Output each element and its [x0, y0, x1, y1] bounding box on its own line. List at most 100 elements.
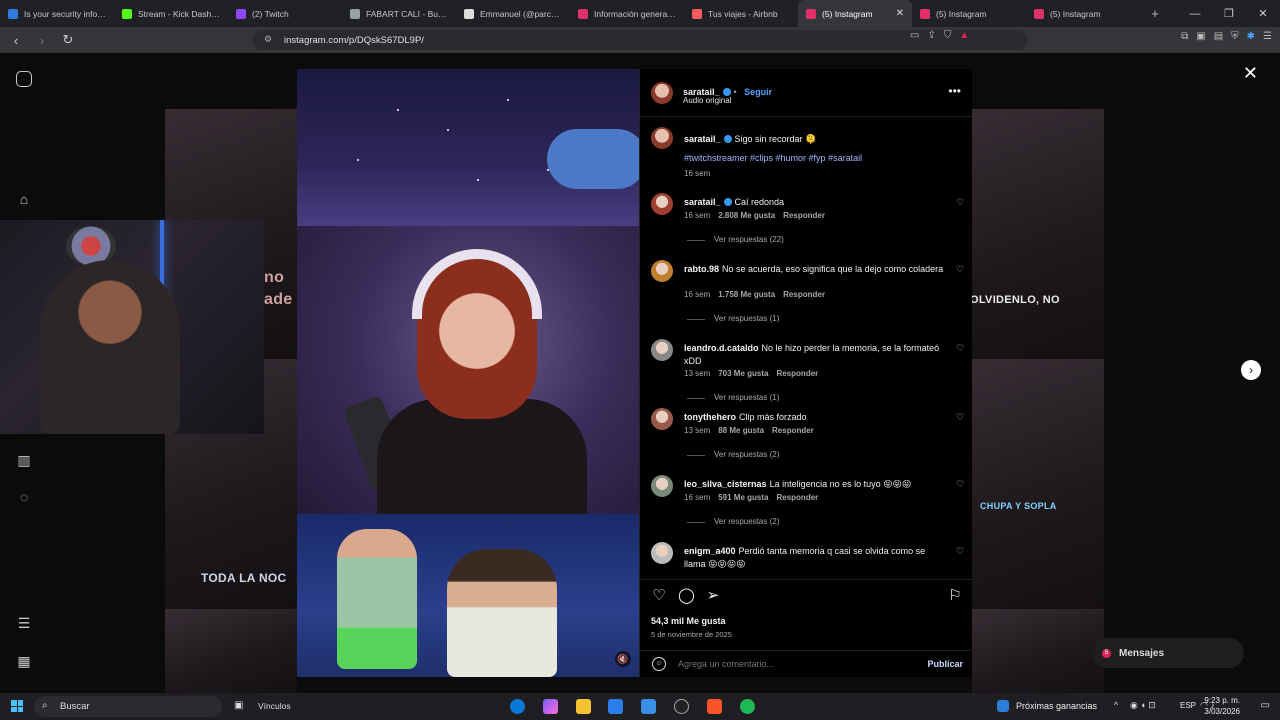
browser-tab[interactable]: FABART CALI - Buscar — [342, 0, 456, 27]
view-replies-button[interactable]: Ver respuestas (2) — [714, 517, 779, 526]
avatar[interactable] — [651, 542, 673, 564]
browser-tab[interactable]: Tus viajes - Airbnb — [684, 0, 798, 27]
browser-tab[interactable]: Is your security info sti — [0, 0, 114, 27]
like-heart-icon[interactable]: ♡ — [651, 588, 667, 604]
clock[interactable]: 9:23 p. m. 3/03/2026 — [1204, 695, 1240, 717]
comment-like-icon[interactable]: ♡ — [956, 344, 965, 353]
app-icon[interactable] — [674, 699, 689, 714]
reel-video[interactable]: 🔇 — [297, 69, 639, 677]
view-replies-button[interactable]: Ver respuestas (1) — [714, 393, 779, 402]
avatar[interactable] — [651, 475, 673, 497]
comment-like-icon[interactable]: ♡ — [956, 547, 965, 556]
avatar[interactable] — [651, 127, 673, 149]
reply-button[interactable]: Responder — [776, 493, 818, 502]
comment-author[interactable]: enigm_a400 — [684, 546, 736, 556]
comment-author[interactable]: leandro.d.cataldo — [684, 343, 759, 353]
comment-author[interactable]: tonythehero — [684, 412, 736, 422]
comment-likes[interactable]: 88 Me gusta — [718, 426, 764, 435]
audio-label[interactable]: Audio original — [683, 96, 731, 105]
language-indicator[interactable]: ESP — [1180, 701, 1196, 710]
comment-author[interactable]: rabto.98 — [684, 264, 719, 274]
home-icon[interactable]: ⌂ — [16, 191, 32, 207]
view-replies-button[interactable]: Ver respuestas (2) — [714, 450, 779, 459]
shield-icon[interactable]: ⛉ — [944, 30, 952, 41]
tray-icons[interactable]: ◉ ◖ ⊡ — [1130, 700, 1156, 711]
store-icon[interactable] — [608, 699, 623, 714]
messages-button[interactable]: 5 Mensajes — [1092, 638, 1244, 668]
avatar[interactable] — [651, 82, 673, 104]
browser-tab[interactable]: Emmanuel (@parchate — [456, 0, 570, 27]
copilot-icon[interactable] — [543, 699, 558, 714]
follow-button[interactable]: Seguir — [744, 87, 772, 97]
windows-start-icon[interactable] — [11, 700, 23, 712]
tray-chevron-icon[interactable]: ^ — [1114, 700, 1118, 710]
menu-icon[interactable]: ☰ — [1263, 31, 1272, 42]
browser-tab[interactable]: (5) Instagram — [912, 0, 1026, 27]
sidebar-icon[interactable]: ▣ — [1196, 31, 1205, 42]
avatar[interactable] — [651, 193, 673, 215]
edge-icon[interactable] — [510, 699, 525, 714]
close-window-button[interactable]: ✕ — [1246, 7, 1280, 20]
rewards-icon[interactable]: ▲ — [959, 30, 969, 41]
notifications-icon[interactable]: ▭ — [1261, 700, 1270, 711]
browser-tab[interactable]: (5) Instagram — [1026, 0, 1140, 27]
comment-like-icon[interactable]: ♡ — [956, 480, 965, 489]
maximize-button[interactable]: ❐ — [1212, 7, 1246, 20]
vpn-icon[interactable]: ⛨ — [1231, 31, 1239, 42]
browser-tab[interactable]: Información general de — [570, 0, 684, 27]
extensions-icon[interactable]: ⧉ — [1181, 31, 1188, 42]
taskbar-search[interactable]: ⌕ Buscar — [34, 696, 222, 717]
back-icon[interactable]: ‹ — [6, 33, 26, 48]
avatar[interactable] — [651, 260, 673, 282]
reply-button[interactable]: Responder — [783, 211, 825, 220]
comment-like-icon[interactable]: ♡ — [956, 413, 965, 422]
close-icon[interactable]: ✕ — [1243, 63, 1258, 84]
avatar[interactable] — [651, 339, 673, 361]
view-replies-button[interactable]: Ver respuestas (1) — [714, 314, 779, 323]
caption-author[interactable]: saratail_ — [684, 134, 721, 144]
leo-icon[interactable]: ✱ — [1247, 31, 1255, 42]
insights-icon[interactable]: ▥ — [16, 452, 32, 468]
more-options-icon[interactable]: ••• — [948, 84, 961, 98]
taskbar-links[interactable]: Vínculos — [258, 701, 291, 711]
next-post-arrow-icon[interactable]: › — [1241, 360, 1261, 380]
wallet-icon[interactable]: ▤ — [1214, 31, 1223, 42]
comment-likes[interactable]: 591 Me gusta — [718, 493, 768, 502]
caption-hashtags[interactable]: #twitchstreamer #clips #humor #fyp #sara… — [684, 153, 862, 163]
add-comment-input[interactable] — [678, 659, 898, 669]
browser-tab[interactable]: Stream - Kick Dashboa — [114, 0, 228, 27]
likes-count[interactable]: 54,3 mil Me gusta — [651, 616, 726, 626]
minimize-button[interactable]: — — [1178, 8, 1212, 20]
save-bookmark-icon[interactable]: ⚐ — [947, 588, 963, 604]
more-menu-icon[interactable]: ☰ — [16, 615, 32, 631]
comment-icon[interactable]: ◯ — [678, 588, 695, 604]
task-view-icon[interactable]: ▣ — [234, 700, 243, 711]
view-replies-button[interactable]: Ver respuestas (22) — [714, 235, 784, 244]
comments-list[interactable]: saratail_ Sigo sin recordar 🫠 #twitchstre… — [640, 117, 973, 581]
publish-button[interactable]: Publicar — [927, 659, 963, 669]
reload-icon[interactable]: ↻ — [58, 32, 78, 48]
site-info-icon[interactable]: ⚙ — [264, 34, 272, 45]
browser-tab[interactable]: (2) Twitch — [228, 0, 342, 27]
comment-likes[interactable]: 1.758 Me gusta — [718, 290, 775, 299]
mail-icon[interactable] — [641, 699, 656, 714]
emoji-icon[interactable]: ☺ — [652, 657, 666, 671]
also-from-meta-icon[interactable]: ▦ — [16, 653, 32, 669]
comment-author[interactable]: saratail_ — [684, 197, 721, 207]
reply-button[interactable]: Responder — [776, 369, 818, 378]
comment-like-icon[interactable]: ♡ — [956, 265, 965, 274]
tab-close-icon[interactable]: ✕ — [896, 8, 904, 19]
comment-likes[interactable]: 2.808 Me gusta — [718, 211, 775, 220]
spotify-icon[interactable] — [740, 699, 755, 714]
browser-tab[interactable]: (5) Instagram ✕ — [798, 0, 912, 27]
new-tab-button[interactable]: + — [1140, 6, 1170, 21]
brave-icon[interactable] — [707, 699, 722, 714]
taskbar-news[interactable]: Próximas ganancias — [1016, 701, 1097, 711]
comment-author[interactable]: leo_silva_cisternas — [684, 479, 767, 489]
file-explorer-icon[interactable] — [576, 699, 591, 714]
comment-like-icon[interactable]: ♡ — [956, 198, 965, 207]
share-icon[interactable]: ➢ — [705, 588, 721, 604]
comment-likes[interactable]: 703 Me gusta — [718, 369, 768, 378]
mute-icon[interactable]: 🔇 — [615, 651, 631, 667]
avatar[interactable] — [651, 408, 673, 430]
